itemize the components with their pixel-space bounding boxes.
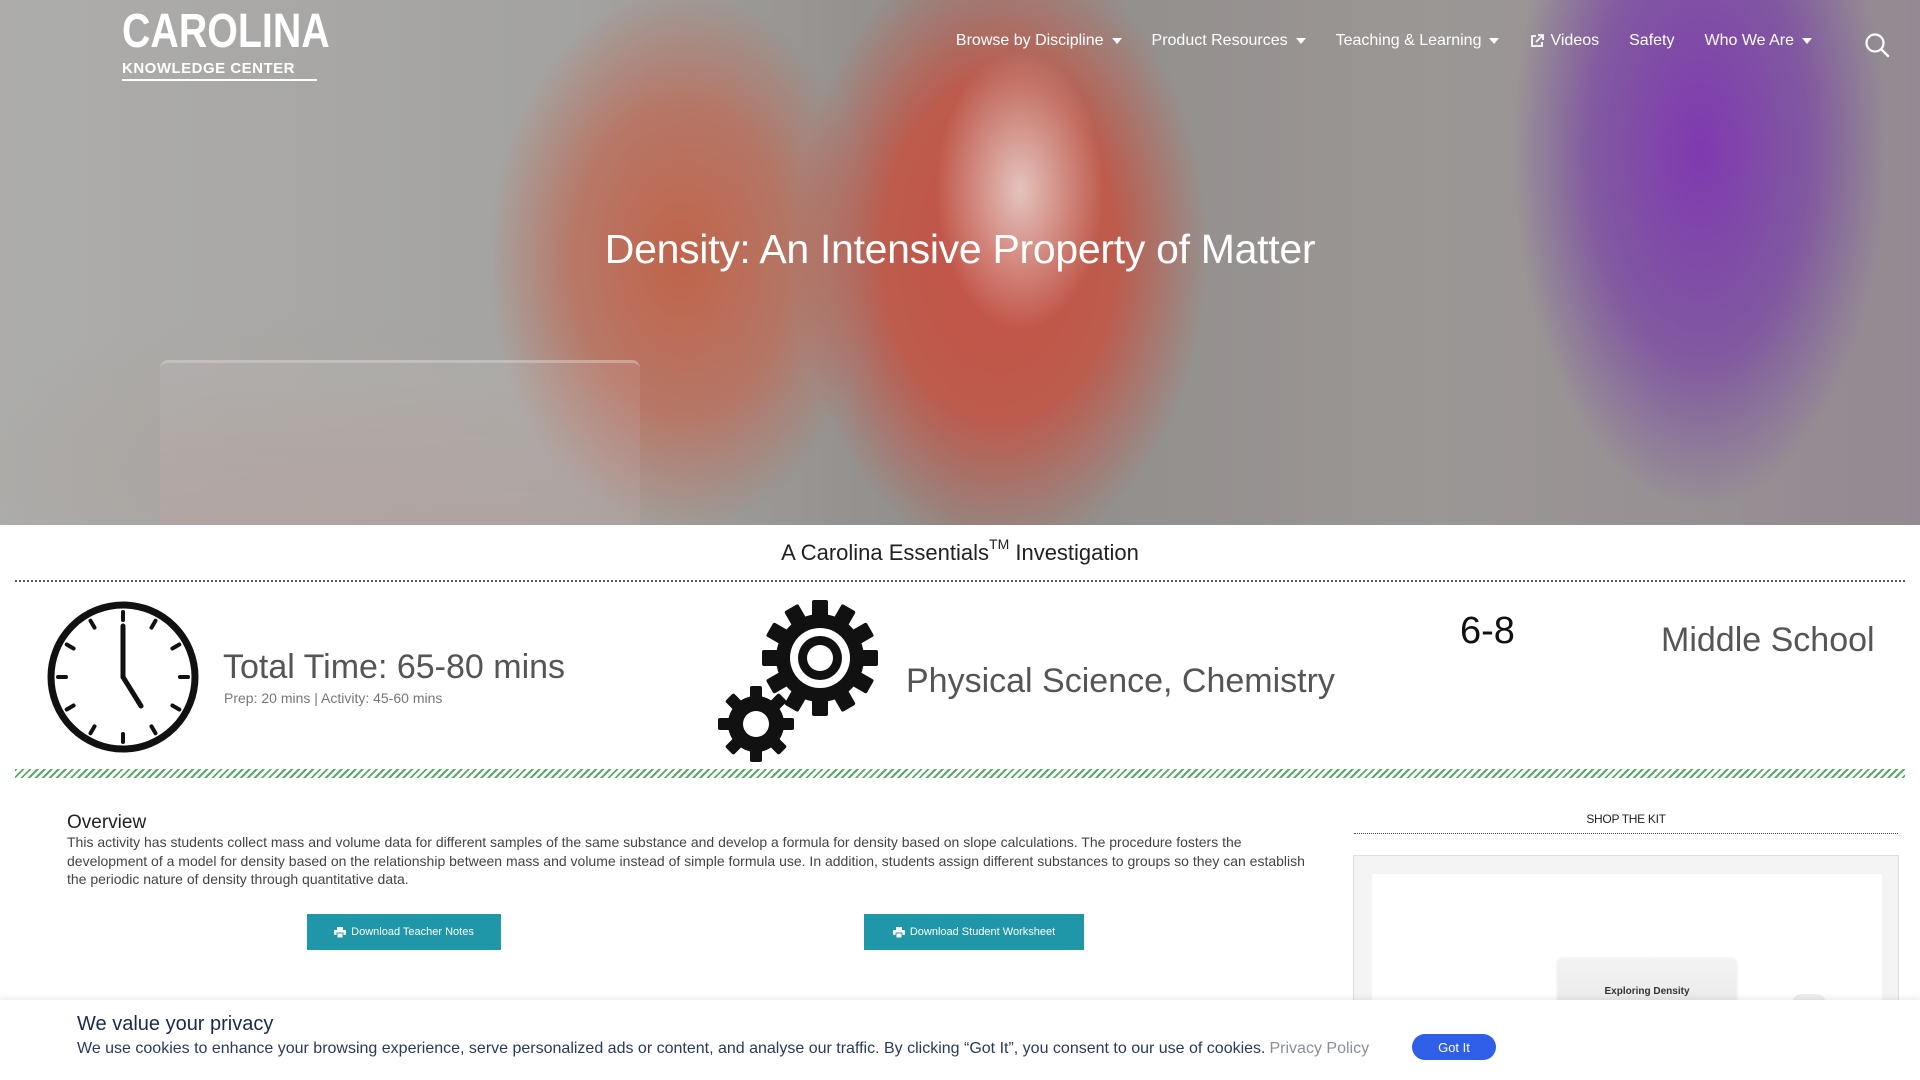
gears-icon bbox=[718, 600, 878, 762]
page-title: Density: An Intensive Property of Matter bbox=[604, 226, 1316, 272]
nav-label: Teaching & Learning bbox=[1335, 32, 1482, 49]
caret-down-icon bbox=[1295, 38, 1306, 44]
logo-main-text: CAROLINA bbox=[122, 5, 330, 58]
shop-the-kit-heading: SHOP THE KIT bbox=[1586, 812, 1666, 826]
subject-disciplines: Physical Science, Chemistry bbox=[906, 662, 1335, 700]
subheading-prefix: A Carolina Essentials bbox=[781, 540, 990, 565]
grade-level: Middle School bbox=[1661, 621, 1875, 659]
nav-label: Who We Are bbox=[1704, 32, 1794, 49]
grade-range: 6-8 bbox=[1460, 610, 1515, 652]
caret-down-icon bbox=[1111, 38, 1122, 44]
caret-down-icon bbox=[1489, 38, 1500, 44]
nav-teaching-learning[interactable]: Teaching & Learning bbox=[1336, 32, 1500, 50]
subheading-suffix: Investigation bbox=[1009, 540, 1139, 565]
cookie-title: We value your privacy bbox=[77, 1013, 274, 1035]
caret-down-icon bbox=[1802, 38, 1812, 44]
cookie-text: We use cookies to enhance your browsing … bbox=[77, 1040, 1266, 1057]
printer-icon bbox=[334, 926, 347, 938]
green-hatched-divider bbox=[15, 769, 1905, 778]
nav-who-we-are[interactable]: Who We Are bbox=[1704, 32, 1812, 50]
external-link-icon bbox=[1531, 34, 1545, 47]
nav-label: Videos bbox=[1550, 32, 1600, 49]
search-icon[interactable] bbox=[1864, 32, 1890, 58]
nav-label: Browse by Discipline bbox=[955, 32, 1104, 49]
time-breakdown: Prep: 20 mins | Activity: 45-60 mins bbox=[224, 690, 443, 706]
nav-videos[interactable]: Videos bbox=[1529, 32, 1599, 50]
shop-dotted-divider bbox=[1354, 833, 1898, 834]
total-time: Total Time: 65-80 mins bbox=[223, 648, 566, 686]
button-label: Download Student Worksheet bbox=[909, 926, 1056, 938]
clock-icon bbox=[47, 601, 199, 753]
overview-heading: Overview bbox=[67, 812, 147, 833]
overview-paragraph: This activity has students collect mass … bbox=[67, 834, 1305, 887]
dotted-divider bbox=[15, 580, 1905, 582]
nav-browse-by-discipline[interactable]: Browse by Discipline bbox=[956, 32, 1122, 50]
kit-box-label: Exploring Density bbox=[1604, 986, 1690, 997]
printer-icon bbox=[892, 926, 905, 938]
button-label: Download Teacher Notes bbox=[351, 926, 474, 938]
investigation-subheading: A Carolina EssentialsTM Investigation bbox=[0, 536, 1920, 566]
download-teacher-notes-button[interactable]: Download Teacher Notes bbox=[307, 914, 501, 950]
site-logo[interactable]: CAROLINA KNOWLEDGE CENTER bbox=[122, 5, 330, 82]
nav-label: Product Resources bbox=[1151, 32, 1288, 49]
nav-safety[interactable]: Safety bbox=[1629, 32, 1674, 50]
privacy-policy-link[interactable]: Privacy Policy bbox=[1270, 1040, 1370, 1057]
cookie-banner: We value your privacy We use cookies to … bbox=[0, 1000, 1920, 1080]
cookie-message: We use cookies to enhance your browsing … bbox=[77, 1040, 1369, 1058]
trademark: TM bbox=[989, 536, 1010, 552]
nav-label: Safety bbox=[1629, 32, 1675, 49]
main-nav: Browse by Discipline Product Resources T… bbox=[926, 32, 1812, 50]
got-it-button[interactable]: Got It bbox=[1412, 1034, 1496, 1060]
nav-product-resources[interactable]: Product Resources bbox=[1152, 32, 1306, 50]
download-student-worksheet-button[interactable]: Download Student Worksheet bbox=[864, 914, 1084, 950]
logo-sub-text: KNOWLEDGE CENTER bbox=[122, 60, 317, 81]
hero-banner: CAROLINA KNOWLEDGE CENTER Browse by Disc… bbox=[0, 0, 1920, 525]
